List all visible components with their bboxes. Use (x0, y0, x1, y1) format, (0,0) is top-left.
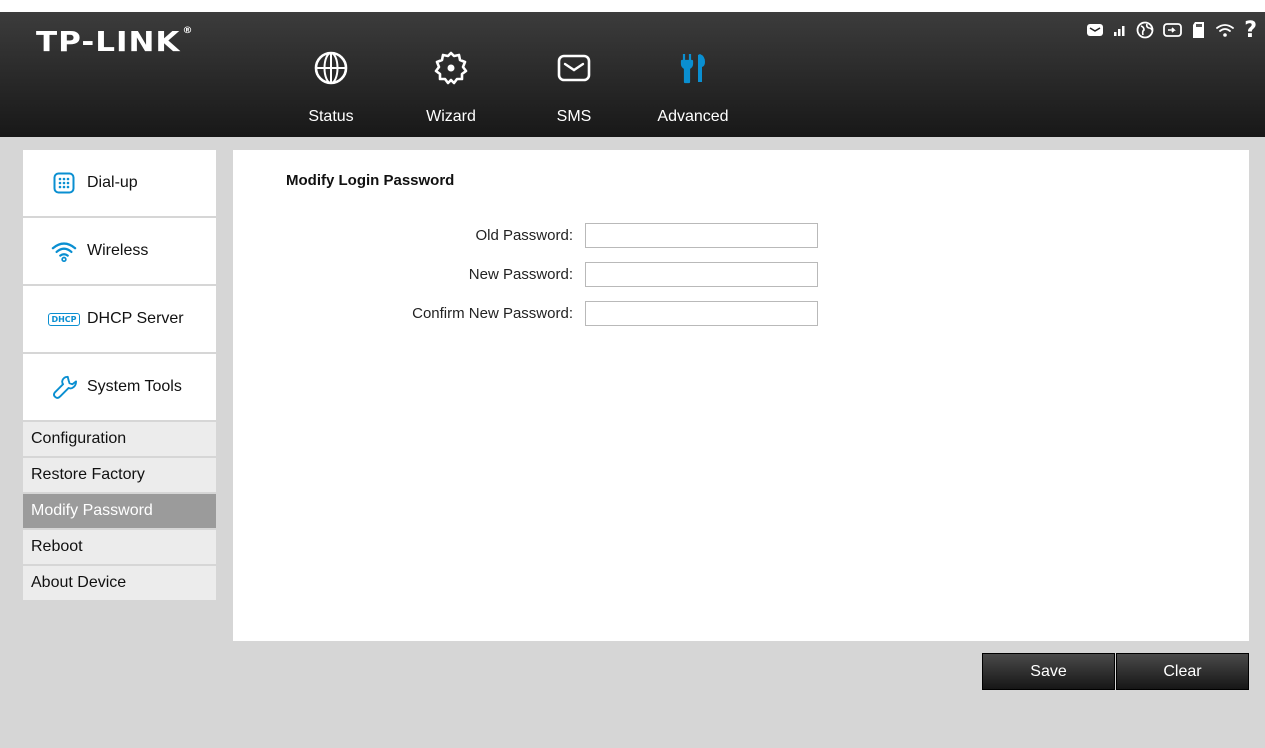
dhcp-icon: DHCP (48, 306, 80, 332)
globe-icon (314, 51, 348, 85)
envelope-icon (557, 54, 591, 82)
submenu-item-about-device[interactable]: About Device (23, 566, 216, 600)
sidebar-item-system-tools[interactable]: System Tools (23, 354, 216, 420)
nav-status-label: Status (308, 108, 354, 125)
wrench-icon (51, 374, 77, 400)
sd-card-icon (1192, 21, 1206, 39)
old-password-label: Old Password: (475, 227, 573, 244)
internet-icon (1136, 21, 1154, 39)
page-title: Modify Login Password (286, 172, 455, 189)
clear-button[interactable]: Clear (1116, 653, 1249, 690)
status-icons: ? (1086, 18, 1257, 43)
gear-icon (434, 51, 468, 85)
confirm-password-input[interactable] (585, 301, 818, 326)
nav-advanced[interactable]: Advanced (648, 50, 738, 130)
new-password-input[interactable] (585, 262, 818, 287)
battery-icon (1163, 22, 1183, 38)
dialpad-icon (51, 170, 77, 196)
old-password-input[interactable] (585, 223, 818, 248)
nav-sms[interactable]: SMS (529, 50, 619, 130)
nav-advanced-label: Advanced (657, 108, 729, 125)
sidebar-item-label: Wireless (87, 242, 149, 259)
sidebar-item-dhcp-server[interactable]: DHCP DHCP Server (23, 286, 216, 352)
wifi-icon (51, 238, 77, 264)
nav-wizard[interactable]: Wizard (406, 50, 496, 130)
message-icon[interactable] (1086, 23, 1104, 37)
sidebar-item-dial-up[interactable]: Dial-up (23, 150, 216, 216)
sidebar-item-label: System Tools (87, 378, 182, 395)
main-panel: Modify Login Password Old Password: New … (233, 150, 1249, 641)
new-password-row: New Password: (233, 262, 1249, 288)
system-tools-submenu: Configuration Restore Factory Modify Pas… (23, 422, 216, 602)
nav-status[interactable]: Status (286, 50, 376, 130)
sidebar-item-label: Dial-up (87, 174, 138, 191)
header-bar: TP-LINK ® Status Wizard SMS Advanced ? (0, 0, 1265, 137)
nav-wizard-label: Wizard (426, 108, 476, 125)
signal-icon (1113, 23, 1127, 37)
submenu-item-reboot[interactable]: Reboot (23, 530, 216, 564)
sidebar-item-wireless[interactable]: Wireless (23, 218, 216, 284)
submenu-item-configuration[interactable]: Configuration (23, 422, 216, 456)
confirm-password-label: Confirm New Password: (412, 305, 573, 322)
confirm-password-row: Confirm New Password: (233, 301, 1249, 327)
old-password-row: Old Password: (233, 223, 1249, 249)
submenu-item-restore-factory[interactable]: Restore Factory (23, 458, 216, 492)
help-icon[interactable]: ? (1244, 18, 1257, 43)
nav-sms-label: SMS (556, 108, 592, 125)
new-password-label: New Password: (468, 266, 573, 283)
submenu-item-modify-password[interactable]: Modify Password (23, 494, 216, 528)
sidebar-item-label: DHCP Server (87, 310, 184, 327)
tp-link-logo: TP-LINK ® (36, 25, 194, 59)
tools-icon (680, 54, 705, 84)
save-button[interactable]: Save (982, 653, 1115, 690)
wifi-icon (1215, 22, 1235, 38)
